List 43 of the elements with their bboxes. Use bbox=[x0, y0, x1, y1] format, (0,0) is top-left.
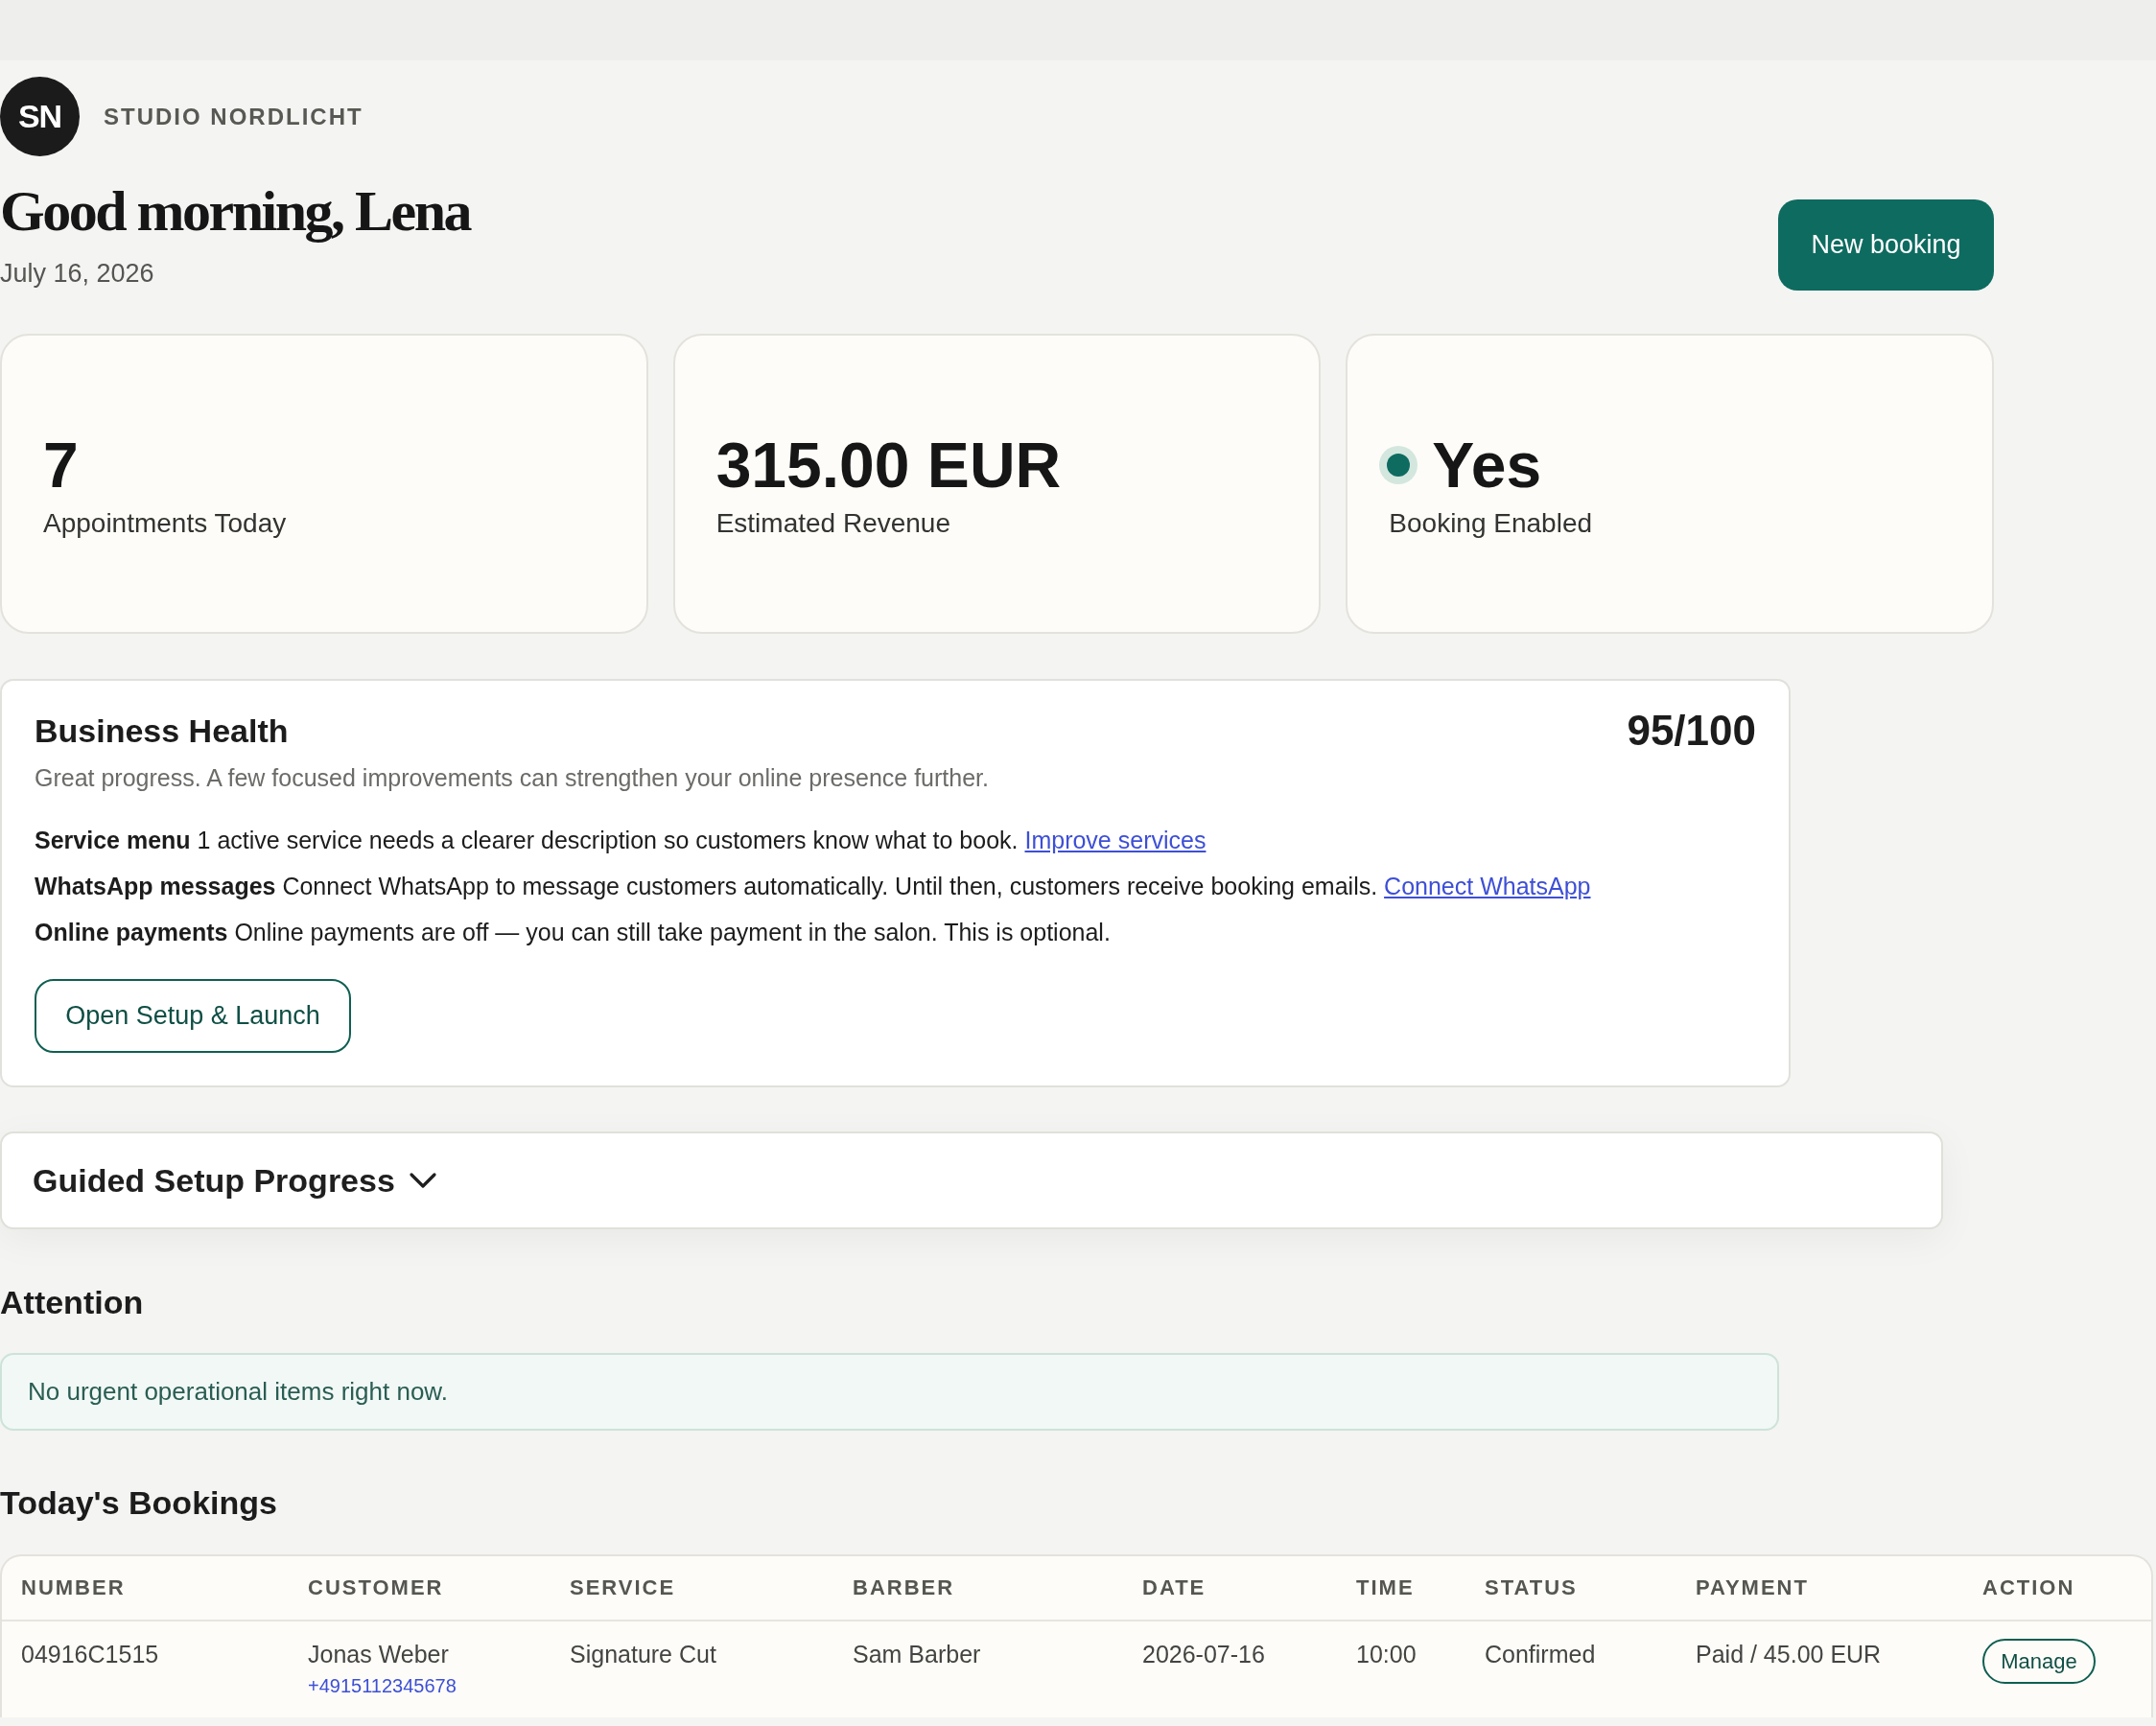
recommendation-text: Online payments Online payments are off — you can still take payment in the salon. This is optional. bbox=[35, 918, 1112, 947]
table-cell-text: Confirmed bbox=[1485, 1640, 1597, 1669]
manage-button[interactable]: Manage bbox=[1982, 1639, 2096, 1684]
column-header: ACTION bbox=[1982, 1575, 2076, 1600]
notice-banner: No urgent operational items right now. bbox=[0, 1353, 1779, 1431]
date-text: July 16, 2026 bbox=[0, 258, 155, 290]
action-link[interactable]: Connect WhatsApp bbox=[1384, 873, 1591, 899]
brand-name: STUDIO NORDLICHT bbox=[104, 103, 363, 130]
section-heading: Today's Bookings bbox=[0, 1483, 278, 1522]
brand-logo: SN bbox=[0, 77, 80, 156]
action-link[interactable]: Improve services bbox=[1024, 827, 1207, 853]
recommendation-text: Service menu 1 active service needs a clearer description so customers know what to book. Improve services bbox=[35, 826, 1207, 855]
column-header: NUMBER bbox=[21, 1575, 127, 1600]
stat-value: Yes bbox=[1432, 428, 1542, 501]
card-title: Business Health bbox=[35, 711, 289, 750]
health-score: 95/100 bbox=[1627, 708, 1756, 754]
column-header: DATE bbox=[1142, 1575, 1207, 1600]
table-cell-text: 10:00 bbox=[1356, 1640, 1418, 1669]
stat-label: Booking Enabled bbox=[1389, 506, 1593, 540]
column-header: SERVICE bbox=[570, 1575, 677, 1600]
table-cell-text: Signature Cut bbox=[570, 1640, 717, 1669]
column-header: TIME bbox=[1356, 1575, 1416, 1600]
setup-launch-button[interactable]: Open Setup & Launch bbox=[35, 979, 351, 1053]
stat-value: 7 bbox=[43, 428, 79, 501]
table-cell-text: Paid / 45.00 EUR bbox=[1696, 1640, 1883, 1669]
column-header: PAYMENT bbox=[1696, 1575, 1810, 1600]
guided-setup-toggle[interactable]: Guided Setup Progress bbox=[33, 1161, 437, 1200]
customer-name: Jonas Weber bbox=[308, 1640, 449, 1669]
table-cell-text: Sam Barber bbox=[853, 1640, 982, 1669]
summary-text: Great progress. A few focused improvements can strengthen your online presence further. bbox=[35, 763, 990, 793]
stat-value: 315.00 EUR bbox=[715, 428, 1062, 501]
stat-label: Appointments Today bbox=[43, 506, 287, 540]
column-header: CUSTOMER bbox=[308, 1575, 445, 1600]
greeting-heading: Good morning, Lena bbox=[0, 180, 471, 242]
section-heading: Attention bbox=[0, 1283, 145, 1321]
column-header: STATUS bbox=[1485, 1575, 1579, 1600]
phone-link[interactable]: +4915112345678 bbox=[308, 1673, 457, 1698]
stat-label: Estimated Revenue bbox=[715, 506, 950, 540]
table-cell-text: 2026-07-16 bbox=[1142, 1640, 1266, 1669]
column-header: BARBER bbox=[853, 1575, 956, 1600]
table-cell-text: 04916C1515 bbox=[21, 1640, 160, 1669]
new-booking-button[interactable]: New booking bbox=[1778, 199, 1994, 291]
recommendation-text: WhatsApp messages Connect WhatsApp to message customers automatically. Until then, customers receive booking emails. Connect WhatsApp bbox=[35, 872, 1592, 901]
